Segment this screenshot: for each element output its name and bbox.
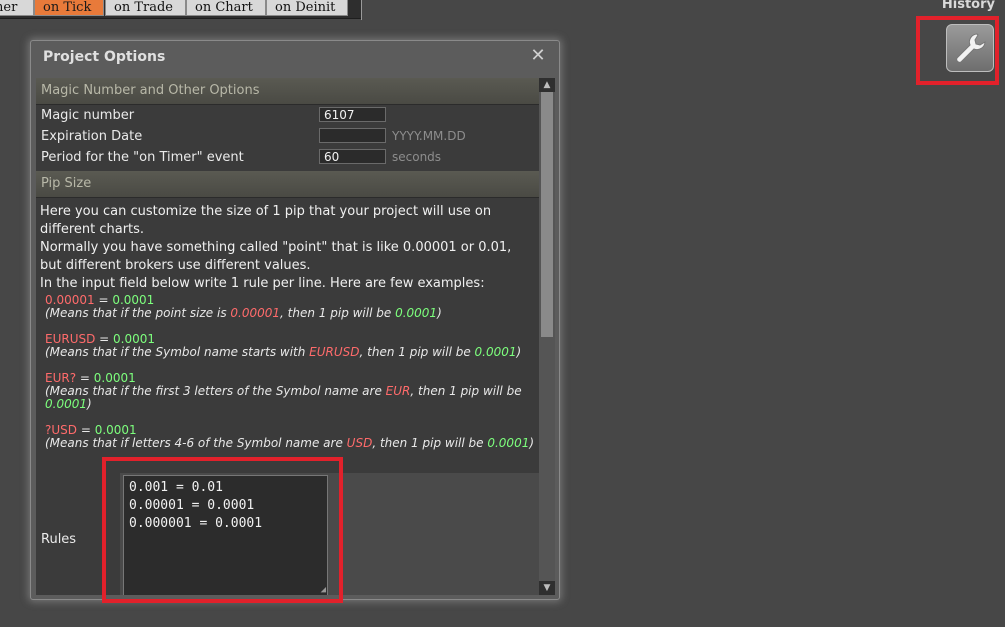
example-desc: (Means that if the Symbol name starts wi… <box>45 345 310 359</box>
rules-label: Rules <box>41 532 77 547</box>
example-value: 0.0001 <box>112 293 155 307</box>
tab-on-deinit[interactable]: on Deinit <box>266 0 348 16</box>
example-desc-key: EUR <box>385 384 411 398</box>
example-value: 0.0001 <box>94 423 137 437</box>
dialog-title: Project Options <box>43 49 166 65</box>
section-magic-number-header: Magic Number and Other Options <box>36 78 539 105</box>
example-desc: , then 1 pip will be <box>359 345 475 359</box>
expiration-date-input[interactable] <box>319 128 386 143</box>
example-desc: ) <box>437 306 442 320</box>
example-item: EURUSD = 0.0001 (Means that if the Symbo… <box>45 332 522 359</box>
timer-period-row: Period for the "on Timer" event 60 secon… <box>36 147 539 168</box>
magic-number-label: Magic number <box>41 108 135 123</box>
example-desc: , then 1 pip will be <box>372 436 488 450</box>
scroll-up-icon[interactable]: ▲ <box>539 78 555 92</box>
history-label[interactable]: History <box>942 0 995 12</box>
example-key: EURUSD <box>45 332 96 346</box>
timer-period-unit: seconds <box>392 150 442 164</box>
example-key: EUR? <box>45 371 77 385</box>
example-value: 0.0001 <box>93 371 136 385</box>
example-desc: (Means that if the point size is <box>45 306 231 320</box>
tab-on-trade[interactable]: on Trade <box>105 0 186 16</box>
dialog-scrollbar[interactable]: ▲ ▼ <box>539 78 555 595</box>
pip-size-description: Here you can customize the size of 1 pip… <box>36 198 539 293</box>
scroll-down-icon[interactable]: ▼ <box>539 581 555 595</box>
example-desc: ) <box>529 436 535 450</box>
magic-number-row: Magic number 6107 <box>36 105 539 126</box>
close-icon[interactable]: ✕ <box>529 47 547 65</box>
expiration-date-hint: YYYY.MM.DD <box>392 129 466 143</box>
highlight-rules-textarea <box>102 457 343 603</box>
example-desc-value: 0.0001 <box>474 345 517 359</box>
example-desc: (Means that if letters 4-6 of the Symbol… <box>45 436 347 450</box>
example-desc: , then 1 pip will be <box>280 306 396 320</box>
timer-period-label: Period for the "on Timer" event <box>41 150 244 165</box>
example-desc: (Means that if the first 3 letters of th… <box>45 384 386 398</box>
magic-number-input[interactable]: 6107 <box>319 107 386 122</box>
example-item: ?USD = 0.0001 (Means that if letters 4-6… <box>45 423 535 450</box>
expiration-date-label: Expiration Date <box>41 129 143 144</box>
event-tab-strip: ner on Tick on Trade on Chart on Deinit <box>0 0 362 19</box>
scroll-thumb[interactable] <box>541 92 553 337</box>
info-line: Here you can customize the size of 1 pip… <box>40 204 492 237</box>
info-line: Normally you have something called "poin… <box>40 240 512 273</box>
info-line: In the input field below write 1 rule pe… <box>40 276 485 291</box>
example-desc: , then 1 pip will be <box>410 384 522 398</box>
example-desc: ) <box>87 397 92 411</box>
timer-period-input[interactable]: 60 <box>319 149 386 164</box>
example-desc: ) <box>516 345 522 359</box>
tab-on-timer[interactable]: ner <box>0 0 34 16</box>
example-key: ?USD <box>45 423 78 437</box>
example-desc-value: 0.0001 <box>45 397 87 411</box>
example-item: 0.00001 = 0.0001 (Means that if the poin… <box>45 293 442 320</box>
expiration-date-row: Expiration Date YYYY.MM.DD <box>36 126 539 147</box>
example-desc-value: 0.0001 <box>487 436 530 450</box>
highlight-tool-button <box>916 16 999 85</box>
tab-on-chart[interactable]: on Chart <box>186 0 266 16</box>
section-pip-size-header: Pip Size <box>36 171 539 198</box>
example-value: 0.0001 <box>113 332 156 346</box>
example-desc-key: EURUSD <box>309 345 360 359</box>
example-desc-value: 0.0001 <box>395 306 438 320</box>
example-desc-key: USD <box>346 436 373 450</box>
example-item: EUR? = 0.0001 (Means that if the first 3… <box>45 371 522 411</box>
example-key: 0.00001 <box>45 293 95 307</box>
tab-strip-divider <box>361 0 362 20</box>
example-desc-key: 0.00001 <box>230 306 281 320</box>
tab-on-tick[interactable]: on Tick <box>34 0 104 16</box>
